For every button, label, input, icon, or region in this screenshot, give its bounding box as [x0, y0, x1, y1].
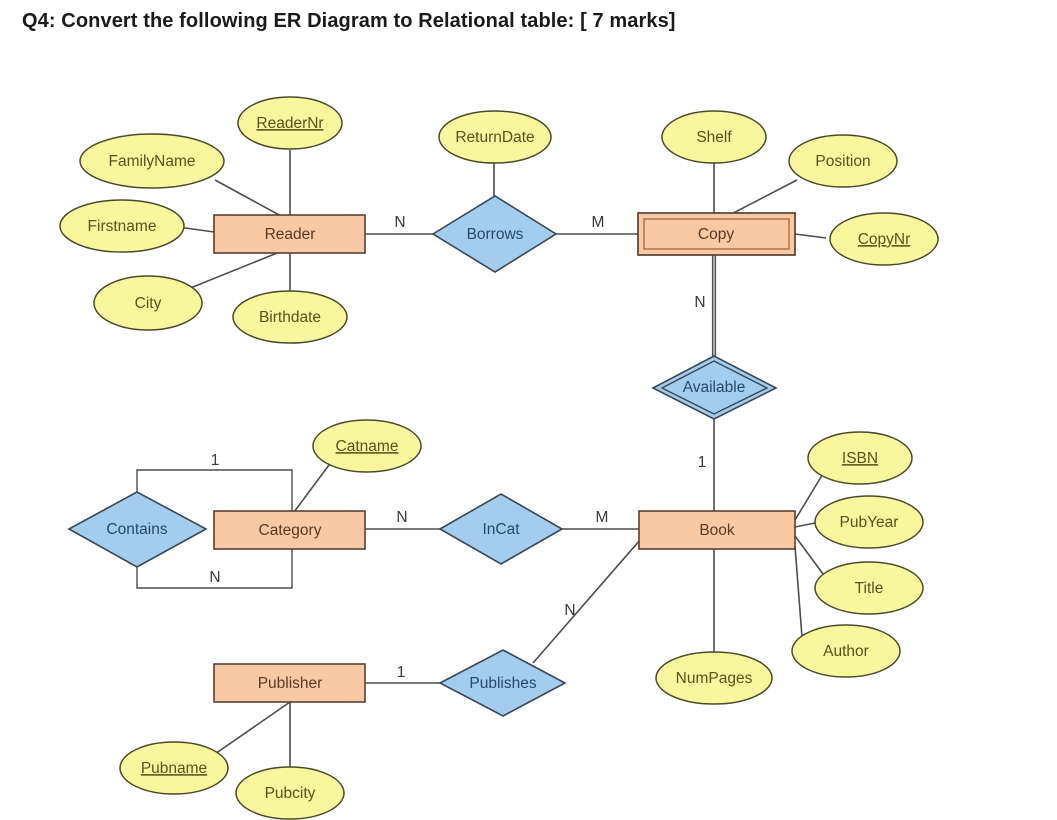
attribute-label: Position [815, 153, 870, 170]
edge-reader-city [177, 246, 293, 294]
attribute-familyname: FamilyName [79, 133, 225, 189]
entity-label: Book [699, 522, 735, 539]
attribute-label: Shelf [696, 129, 732, 146]
relationship-incat: InCat [438, 493, 564, 565]
attribute-label: Firstname [88, 218, 157, 235]
cardinality-publisher-publishes: 1 [397, 664, 406, 681]
attribute-label: Title [855, 580, 884, 597]
relationship-contains: Contains [67, 491, 208, 568]
attribute-label: ReturnDate [455, 129, 534, 146]
entity-layer: Reader Copy Category Book Publisher [213, 212, 796, 703]
edge-category-catname [293, 460, 333, 513]
relationship-label: Contains [106, 521, 167, 538]
attribute-catname: Catname [312, 419, 422, 473]
attribute-label: ISBN [842, 450, 878, 467]
cardinality-category-incat: N [396, 509, 407, 526]
cardinality-reader-borrows: N [394, 214, 405, 231]
relationship-borrows: Borrows [431, 195, 558, 273]
cardinality-layer: N M N 1 1 N N M 1 N [209, 214, 706, 681]
relationship-label: Borrows [467, 226, 524, 243]
entity-label: Reader [265, 226, 316, 243]
attribute-label: ReaderNr [256, 115, 323, 132]
relationship-label: Available [683, 379, 746, 396]
relationship-label: Publishes [469, 675, 536, 692]
cardinality-contains-one: 1 [211, 452, 220, 469]
edge-publisher-pubname [211, 701, 291, 757]
entity-label: Publisher [258, 675, 323, 692]
entity-reader: Reader [213, 214, 366, 254]
attribute-label: Pubname [141, 760, 207, 777]
relationship-publishes: Publishes [438, 649, 567, 717]
attribute-label: CopyNr [858, 231, 911, 248]
attribute-isbn: ISBN [807, 431, 913, 485]
attribute-returndate: ReturnDate [438, 110, 552, 164]
entity-book: Book [638, 510, 796, 550]
entity-label: Copy [698, 226, 734, 243]
attribute-birthdate: Birthdate [232, 290, 348, 344]
attribute-pubyear: PubYear [814, 495, 924, 549]
attribute-title: Title [814, 561, 924, 615]
attribute-label: Catname [336, 438, 399, 455]
entity-category: Category [213, 510, 366, 550]
attribute-label: PubYear [840, 514, 899, 531]
entity-copy: Copy [637, 212, 796, 256]
attribute-city: City [93, 275, 203, 331]
attribute-label: FamilyName [109, 153, 196, 170]
edge-book-title [794, 535, 827, 579]
attribute-label: Pubcity [265, 785, 316, 802]
relationship-layer: Borrows Available Contains InCat Publish… [67, 195, 778, 717]
edge-book-author [794, 545, 803, 638]
entity-publisher: Publisher [213, 663, 366, 703]
attribute-copynr: CopyNr [829, 212, 939, 266]
attribute-label: Birthdate [259, 309, 321, 326]
cardinality-borrows-copy: M [592, 214, 605, 231]
cardinality-available-book: 1 [698, 454, 707, 471]
cardinality-contains-many: N [209, 569, 220, 586]
edge-publishes-book [532, 539, 641, 664]
cardinality-publishes-book: N [564, 602, 575, 619]
attribute-label: City [135, 295, 162, 312]
attribute-numpages: NumPages [655, 651, 773, 705]
attribute-pubcity: Pubcity [235, 766, 345, 820]
attribute-label: Author [823, 643, 869, 660]
cardinality-incat-book: M [596, 509, 609, 526]
attribute-position: Position [788, 134, 898, 188]
edge-copy-copynr [794, 233, 827, 239]
entity-label: Category [259, 522, 322, 539]
attribute-shelf: Shelf [661, 110, 767, 164]
relationship-available: Available [651, 355, 778, 420]
attribute-label: NumPages [676, 670, 753, 687]
attribute-pubname: Pubname [119, 741, 229, 795]
relationship-label: InCat [482, 521, 520, 538]
er-diagram-canvas: ReaderNr FamilyName Firstname City Birth… [59, 96, 939, 820]
attribute-author: Author [791, 624, 901, 678]
attribute-firstname: Firstname [59, 199, 185, 253]
cardinality-copy-available: N [694, 294, 705, 311]
attribute-readernr: ReaderNr [237, 96, 343, 150]
